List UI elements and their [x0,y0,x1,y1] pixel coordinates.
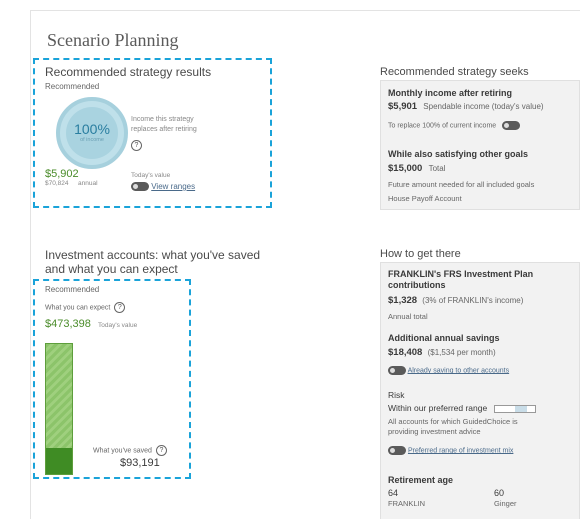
view-ranges-toggle-icon [131,182,149,192]
risk-value: Within our preferred range [388,403,488,413]
contrib-value: $1,328 [388,295,418,306]
expect-sub: Today's value [98,322,138,329]
already-saving-label: Already saving to other accounts [407,367,510,375]
already-saving-toggle-icon [388,366,406,375]
income-percent: 100% [74,121,110,137]
seeks-monthly-value: $5,901 [388,101,418,112]
seeks-other-value: $15,000 [388,163,423,174]
saved-value: $93,191 [120,457,160,469]
strategy-badge: Recommended [45,82,100,91]
contrib-desc: (3% of FRANKLIN's income) [422,296,524,305]
seeks-replace-text: To replace 100% of current income [388,122,497,130]
saved-help-icon[interactable]: ? [155,445,167,456]
risk-desc-2: providing investment advice [388,427,481,436]
contrib-title-2: contributions [388,280,446,290]
seeks-panel: Monthly income after retiring $5,901 Spe… [380,80,580,210]
preferred-range-toggle-icon [388,446,406,455]
investments-badge: Recommended [45,285,100,294]
income-percent-circle: 100% of income [56,97,128,169]
retire-title: Retirement age [388,475,454,485]
investments-heading-2: and what you can expect [45,262,178,276]
savings-row: $18,408 ($1,534 per month) [388,347,496,358]
replaces-help[interactable]: ? [131,137,142,155]
expect-bar [45,343,73,475]
expect-label: What you can expect [45,304,111,312]
expect-help-icon[interactable]: ? [114,302,126,313]
risk-desc-1: All accounts for which GuidedChoice is [388,417,518,426]
savings-title: Additional annual savings [388,333,500,343]
replaces-text-1: Income this strategy [131,116,194,123]
seeks-heading: Recommended strategy seeks [380,66,529,78]
age-2: 60 [494,488,505,498]
annual-total: Annual total [388,312,428,321]
preferred-range-link[interactable]: Preferred range of investment mix [388,446,513,455]
saved-bar [46,448,72,474]
expect-label-row: What you can expect ? [45,302,126,313]
annual-income-value: $70,824 [45,180,69,187]
investments-heading-1: Investment accounts: what you've saved [45,248,261,262]
how-panel: FRANKLIN's FRS Investment Plan contribut… [380,262,580,519]
saved-label-row: What you've saved ? [93,445,167,456]
saved-label: What you've saved [93,447,152,455]
income-percent-label: of income [80,137,104,143]
seeks-other-title: While also satisfying other goals [388,149,529,159]
circle-inner: 100% of income [66,107,118,159]
contrib-row: $1,328 (3% of FRANKLIN's income) [388,295,523,306]
strategy-results-heading: Recommended strategy results [45,65,212,79]
replace-toggle-icon[interactable] [502,121,521,130]
annual-label: annual [78,180,98,187]
help-icon: ? [131,140,142,152]
seeks-monthly-title: Monthly income after retiring [388,88,513,98]
name-2: Ginger [494,499,517,508]
seeks-future-text: Future amount needed for all included go… [388,180,535,189]
already-saving-link[interactable]: Already saving to other accounts [388,366,509,375]
seeks-goal-name: House Payoff Account [388,194,462,203]
page-title: Scenario Planning [47,30,179,50]
preferred-range-label: Preferred range of investment mix [407,447,514,455]
contrib-title-1: FRANKLIN's FRS Investment Plan [388,269,534,279]
risk-range-indicator [493,404,536,413]
expect-value: $473,398 [45,318,91,330]
replaces-text-2: replaces after retiring [131,126,197,133]
seeks-monthly-desc: Spendable income (today's value) [423,102,544,111]
how-heading: How to get there [380,248,461,260]
risk-row: Within our preferred range [388,403,536,413]
seeks-other-label: Total [428,164,446,173]
age-1: 64 [388,488,399,498]
name-1: FRANKLIN [388,499,426,508]
view-ranges-link[interactable]: View ranges [131,182,196,192]
view-ranges-label: View ranges [151,182,196,191]
savings-value: $18,408 [388,347,423,358]
risk-title: Risk [388,390,405,400]
seeks-monthly-row: $5,901 Spendable income (today's value) [388,101,544,112]
seeks-other-row: $15,000 Total [388,163,445,174]
monthly-income-value: $5,902 [45,168,79,180]
todays-value-label: Today's value [131,172,171,179]
seeks-replace-row: To replace 100% of current income [388,121,521,130]
savings-desc: ($1,534 per month) [427,348,496,357]
